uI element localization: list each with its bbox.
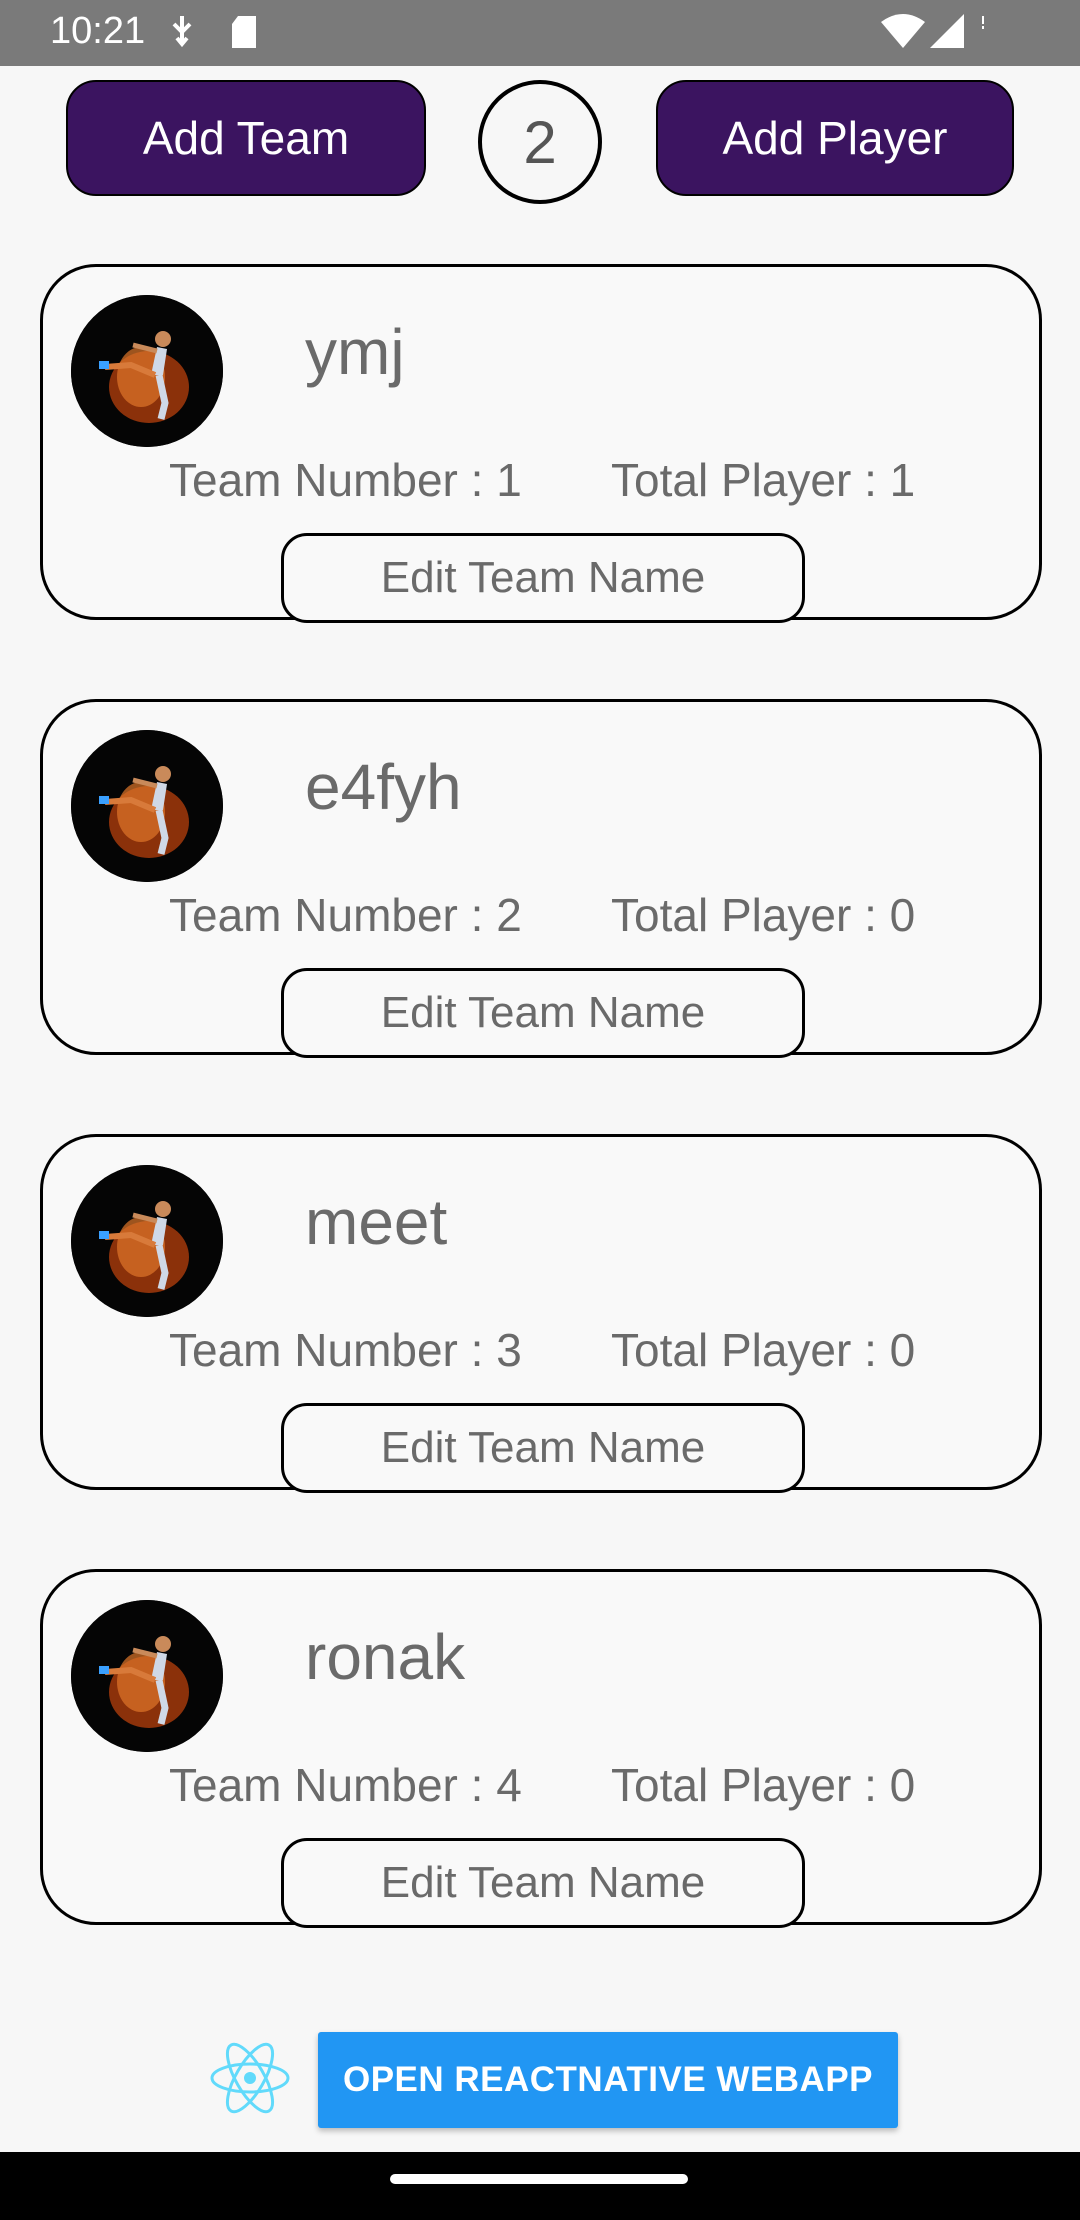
team-name: e4fyh — [305, 751, 462, 823]
team-total-players: Total Player : 1 — [611, 454, 916, 506]
player-silhouette-icon — [71, 1600, 223, 1752]
edit-team-name-button[interactable]: Edit Team Name — [281, 533, 805, 623]
status-time: 10:21 — [50, 10, 146, 52]
team-card[interactable]: ymj Team Number : 1 Total Player : 1 Edi… — [40, 264, 1042, 623]
player-silhouette-icon — [71, 295, 223, 447]
status-bar: 10:21 — [0, 0, 1080, 66]
team-avatar — [71, 1600, 223, 1752]
react-logo-icon — [208, 2040, 292, 2116]
team-avatar — [71, 295, 223, 447]
add-player-button[interactable]: Add Player — [656, 80, 1014, 196]
team-total-players: Total Player : 0 — [611, 1759, 916, 1811]
edit-team-name-button[interactable]: Edit Team Name — [281, 1403, 805, 1493]
team-name: meet — [305, 1186, 448, 1258]
sd-card-icon — [230, 14, 258, 55]
team-number: Team Number : 3 — [169, 1324, 522, 1376]
edit-team-name-button[interactable]: Edit Team Name — [281, 1838, 805, 1928]
team-number: Team Number : 4 — [169, 1759, 522, 1811]
team-count-badge: 2 — [478, 80, 602, 204]
team-name: ronak — [305, 1621, 466, 1693]
player-silhouette-icon — [71, 1165, 223, 1317]
team-card[interactable]: e4fyh Team Number : 2 Total Player : 0 E… — [40, 699, 1042, 1058]
team-name: ymj — [305, 316, 405, 388]
system-nav-bar — [0, 2152, 1080, 2220]
edit-team-name-button[interactable]: Edit Team Name — [281, 968, 805, 1058]
team-total-players: Total Player : 0 — [611, 1324, 916, 1376]
team-card[interactable]: meet Team Number : 3 Total Player : 0 Ed… — [40, 1134, 1042, 1493]
signal-icon — [928, 12, 966, 55]
team-avatar — [71, 1165, 223, 1317]
home-indicator[interactable] — [390, 2174, 688, 2184]
open-webapp-button[interactable]: OPEN REACTNATIVE WEBAPP — [318, 2032, 898, 2128]
team-number: Team Number : 2 — [169, 889, 522, 941]
notification-dot-icon — [980, 16, 986, 35]
team-card[interactable]: ronak Team Number : 4 Total Player : 0 E… — [40, 1569, 1042, 1928]
usb-debug-icon — [168, 14, 196, 55]
team-avatar — [71, 730, 223, 882]
wifi-icon — [880, 12, 926, 55]
player-silhouette-icon — [71, 730, 223, 882]
add-team-button[interactable]: Add Team — [66, 80, 426, 196]
team-number: Team Number : 1 — [169, 454, 522, 506]
team-total-players: Total Player : 0 — [611, 889, 916, 941]
